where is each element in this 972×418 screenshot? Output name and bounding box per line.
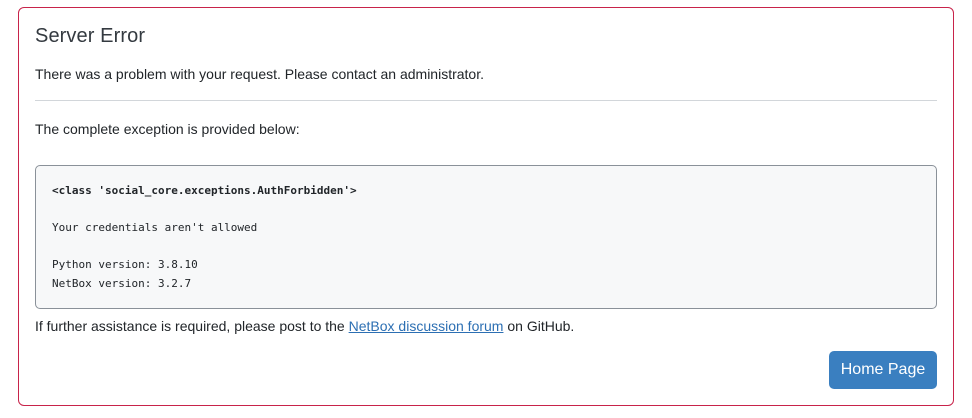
home-page-button[interactable]: Home Page [829, 351, 937, 389]
assistance-suffix: on GitHub. [503, 318, 575, 334]
error-page: Server Error There was a problem with yo… [0, 0, 972, 418]
assistance-prefix: If further assistance is required, pleas… [35, 318, 349, 334]
server-error-card: Server Error There was a problem with yo… [18, 7, 954, 406]
page-title: Server Error [35, 25, 146, 47]
exception-class: <class 'social_core.exceptions.AuthForbi… [52, 184, 357, 197]
error-message: There was a problem with your request. P… [35, 66, 484, 82]
python-version: Python version: 3.8.10 [52, 258, 198, 271]
exception-intro: The complete exception is provided below… [35, 121, 300, 137]
exception-detail: Your credentials aren't allowed [52, 221, 258, 234]
discussion-forum-link[interactable]: NetBox discussion forum [349, 318, 504, 334]
assistance-text: If further assistance is required, pleas… [35, 318, 574, 334]
divider [35, 100, 937, 101]
netbox-version: NetBox version: 3.2.7 [52, 276, 192, 290]
exception-block[interactable]: <class 'social_core.exceptions.AuthForbi… [35, 165, 937, 309]
